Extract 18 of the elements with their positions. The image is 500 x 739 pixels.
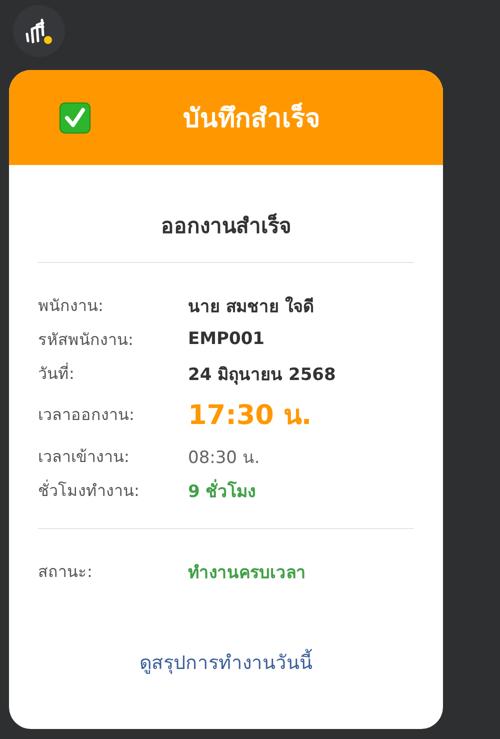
detail-label: พนักงาน: [38,294,104,316]
detail-label: ชั่วโมงทำงาน: [38,478,140,502]
summary-link[interactable]: ดูสรุปการทำงานวันนี้ [140,647,312,677]
detail-label: เวลาออกงาน: [38,404,136,426]
detail-value: นาย สมชาย ใจดี [188,295,314,318]
detail-value: 9 ชั่วโมง [188,476,256,504]
detail-value: 17:30 น. [188,399,312,433]
card-heading: ออกงานสำเร็จ [160,212,292,240]
status-label: สถานะ: [38,560,94,582]
status-value: ทำงานครบเวลา [188,562,306,584]
detail-value: 08:30 น. [188,446,260,470]
detail-label: เวลาเข้างาน: [38,446,130,468]
detail-value: 24 มิถุนายน 2568 [188,364,336,386]
detail-label: วันที่: [38,362,76,384]
check-icon [59,102,91,134]
header-title: บันทึกสำเร็จ [183,102,320,136]
detail-label: รหัสพนักงาน: [38,328,134,350]
detail-value: EMP001 [188,329,264,349]
